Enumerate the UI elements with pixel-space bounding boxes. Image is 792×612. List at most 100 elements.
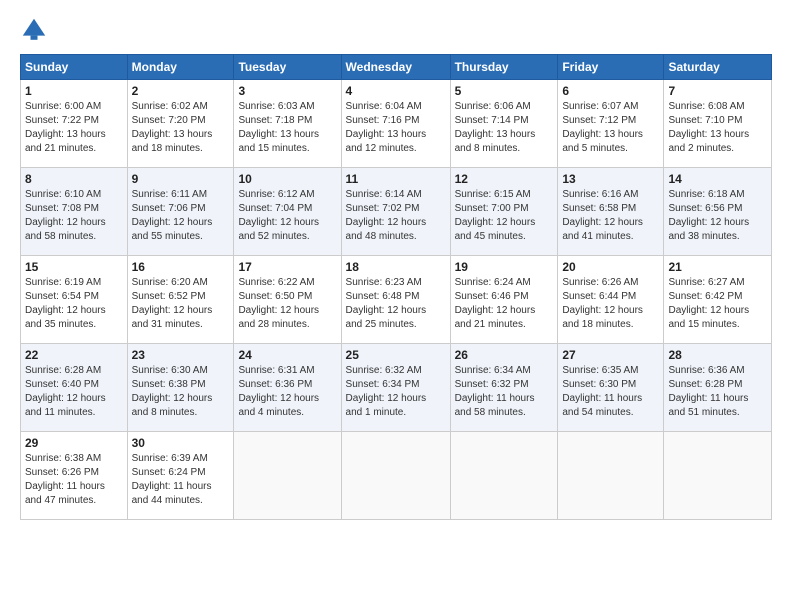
day-number: 27 [562,348,659,362]
day-number: 6 [562,84,659,98]
day-detail: Sunrise: 6:10 AM Sunset: 7:08 PM Dayligh… [25,188,123,244]
calendar-cell: 10 Sunrise: 6:12 AM Sunset: 7:04 PM Dayli… [234,168,341,256]
calendar-cell: 1 Sunrise: 6:00 AM Sunset: 7:22 PM Daylig… [21,80,128,168]
day-detail: Sunrise: 6:36 AM Sunset: 6:28 PM Dayligh… [668,364,767,420]
calendar-week-row: 8 Sunrise: 6:10 AM Sunset: 7:08 PM Daylig… [21,168,772,256]
calendar-cell: 20 Sunrise: 6:26 AM Sunset: 6:44 PM Dayli… [558,256,664,344]
day-detail: Sunrise: 6:11 AM Sunset: 7:06 PM Dayligh… [132,188,230,244]
day-number: 9 [132,172,230,186]
header [20,16,772,44]
calendar-header-monday: Monday [127,55,234,80]
calendar-cell: 8 Sunrise: 6:10 AM Sunset: 7:08 PM Daylig… [21,168,128,256]
day-detail: Sunrise: 6:00 AM Sunset: 7:22 PM Dayligh… [25,100,123,156]
calendar-cell [664,432,772,520]
calendar-cell: 9 Sunrise: 6:11 AM Sunset: 7:06 PM Daylig… [127,168,234,256]
calendar-cell: 23 Sunrise: 6:30 AM Sunset: 6:38 PM Dayli… [127,344,234,432]
calendar-cell: 2 Sunrise: 6:02 AM Sunset: 7:20 PM Daylig… [127,80,234,168]
day-number: 21 [668,260,767,274]
day-number: 8 [25,172,123,186]
calendar-week-row: 15 Sunrise: 6:19 AM Sunset: 6:54 PM Dayli… [21,256,772,344]
day-number: 5 [455,84,554,98]
calendar-cell: 5 Sunrise: 6:06 AM Sunset: 7:14 PM Daylig… [450,80,558,168]
page: SundayMondayTuesdayWednesdayThursdayFrid… [0,0,792,612]
day-detail: Sunrise: 6:31 AM Sunset: 6:36 PM Dayligh… [238,364,336,420]
day-number: 20 [562,260,659,274]
day-number: 28 [668,348,767,362]
day-detail: Sunrise: 6:19 AM Sunset: 6:54 PM Dayligh… [25,276,123,332]
calendar-cell: 17 Sunrise: 6:22 AM Sunset: 6:50 PM Dayli… [234,256,341,344]
calendar-cell: 29Sunrise: 6:38 AM Sunset: 6:26 PM Dayli… [21,432,128,520]
calendar-header-sunday: Sunday [21,55,128,80]
calendar-cell: 12Sunrise: 6:15 AM Sunset: 7:00 PM Dayli… [450,168,558,256]
calendar-cell: 22 Sunrise: 6:28 AM Sunset: 6:40 PM Dayli… [21,344,128,432]
logo-icon [20,16,48,44]
calendar-week-row: 29Sunrise: 6:38 AM Sunset: 6:26 PM Dayli… [21,432,772,520]
day-number: 3 [238,84,336,98]
calendar-cell: 13 Sunrise: 6:16 AM Sunset: 6:58 PM Dayli… [558,168,664,256]
day-detail: Sunrise: 6:35 AM Sunset: 6:30 PM Dayligh… [562,364,659,420]
day-number: 1 [25,84,123,98]
day-detail: Sunrise: 6:30 AM Sunset: 6:38 PM Dayligh… [132,364,230,420]
day-detail: Sunrise: 6:16 AM Sunset: 6:58 PM Dayligh… [562,188,659,244]
day-number: 13 [562,172,659,186]
day-number: 17 [238,260,336,274]
calendar-header-tuesday: Tuesday [234,55,341,80]
calendar-header-wednesday: Wednesday [341,55,450,80]
calendar-cell: 30 Sunrise: 6:39 AM Sunset: 6:24 PM Dayli… [127,432,234,520]
calendar-week-row: 1 Sunrise: 6:00 AM Sunset: 7:22 PM Daylig… [21,80,772,168]
day-detail: Sunrise: 6:18 AM Sunset: 6:56 PM Dayligh… [668,188,767,244]
calendar-table: SundayMondayTuesdayWednesdayThursdayFrid… [20,54,772,520]
day-detail: Sunrise: 6:02 AM Sunset: 7:20 PM Dayligh… [132,100,230,156]
calendar-cell [450,432,558,520]
day-detail: Sunrise: 6:24 AM Sunset: 6:46 PM Dayligh… [455,276,554,332]
calendar-header-row: SundayMondayTuesdayWednesdayThursdayFrid… [21,55,772,80]
calendar-cell: 25Sunrise: 6:32 AM Sunset: 6:34 PM Dayli… [341,344,450,432]
calendar-cell: 6 Sunrise: 6:07 AM Sunset: 7:12 PM Daylig… [558,80,664,168]
calendar-header-saturday: Saturday [664,55,772,80]
day-detail: Sunrise: 6:27 AM Sunset: 6:42 PM Dayligh… [668,276,767,332]
calendar-week-row: 22 Sunrise: 6:28 AM Sunset: 6:40 PM Dayli… [21,344,772,432]
calendar-cell: 16Sunrise: 6:20 AM Sunset: 6:52 PM Dayli… [127,256,234,344]
calendar-cell: 24 Sunrise: 6:31 AM Sunset: 6:36 PM Dayli… [234,344,341,432]
day-number: 25 [346,348,446,362]
day-detail: Sunrise: 6:38 AM Sunset: 6:26 PM Dayligh… [25,452,123,508]
calendar-cell: 11 Sunrise: 6:14 AM Sunset: 7:02 PM Dayli… [341,168,450,256]
day-number: 18 [346,260,446,274]
day-detail: Sunrise: 6:04 AM Sunset: 7:16 PM Dayligh… [346,100,446,156]
calendar-header-friday: Friday [558,55,664,80]
day-detail: Sunrise: 6:03 AM Sunset: 7:18 PM Dayligh… [238,100,336,156]
calendar-cell: 28 Sunrise: 6:36 AM Sunset: 6:28 PM Dayli… [664,344,772,432]
calendar-cell: 3 Sunrise: 6:03 AM Sunset: 7:18 PM Daylig… [234,80,341,168]
calendar-cell: 14 Sunrise: 6:18 AM Sunset: 6:56 PM Dayli… [664,168,772,256]
day-number: 2 [132,84,230,98]
day-number: 23 [132,348,230,362]
day-number: 24 [238,348,336,362]
day-detail: Sunrise: 6:07 AM Sunset: 7:12 PM Dayligh… [562,100,659,156]
day-detail: Sunrise: 6:28 AM Sunset: 6:40 PM Dayligh… [25,364,123,420]
day-detail: Sunrise: 6:22 AM Sunset: 6:50 PM Dayligh… [238,276,336,332]
day-number: 22 [25,348,123,362]
day-number: 11 [346,172,446,186]
calendar-cell: 4Sunrise: 6:04 AM Sunset: 7:16 PM Daylig… [341,80,450,168]
day-number: 12 [455,172,554,186]
calendar-cell: 18 Sunrise: 6:23 AM Sunset: 6:48 PM Dayli… [341,256,450,344]
calendar-cell: 27 Sunrise: 6:35 AM Sunset: 6:30 PM Dayli… [558,344,664,432]
calendar-cell [341,432,450,520]
day-detail: Sunrise: 6:08 AM Sunset: 7:10 PM Dayligh… [668,100,767,156]
calendar-cell: 21 Sunrise: 6:27 AM Sunset: 6:42 PM Dayli… [664,256,772,344]
day-number: 10 [238,172,336,186]
day-detail: Sunrise: 6:14 AM Sunset: 7:02 PM Dayligh… [346,188,446,244]
day-number: 14 [668,172,767,186]
day-number: 16 [132,260,230,274]
day-detail: Sunrise: 6:39 AM Sunset: 6:24 PM Dayligh… [132,452,230,508]
calendar-cell: 19Sunrise: 6:24 AM Sunset: 6:46 PM Dayli… [450,256,558,344]
day-number: 15 [25,260,123,274]
calendar-cell: 7 Sunrise: 6:08 AM Sunset: 7:10 PM Daylig… [664,80,772,168]
day-detail: Sunrise: 6:26 AM Sunset: 6:44 PM Dayligh… [562,276,659,332]
day-detail: Sunrise: 6:06 AM Sunset: 7:14 PM Dayligh… [455,100,554,156]
day-detail: Sunrise: 6:23 AM Sunset: 6:48 PM Dayligh… [346,276,446,332]
day-number: 30 [132,436,230,450]
day-number: 7 [668,84,767,98]
day-detail: Sunrise: 6:12 AM Sunset: 7:04 PM Dayligh… [238,188,336,244]
logo [20,16,52,44]
